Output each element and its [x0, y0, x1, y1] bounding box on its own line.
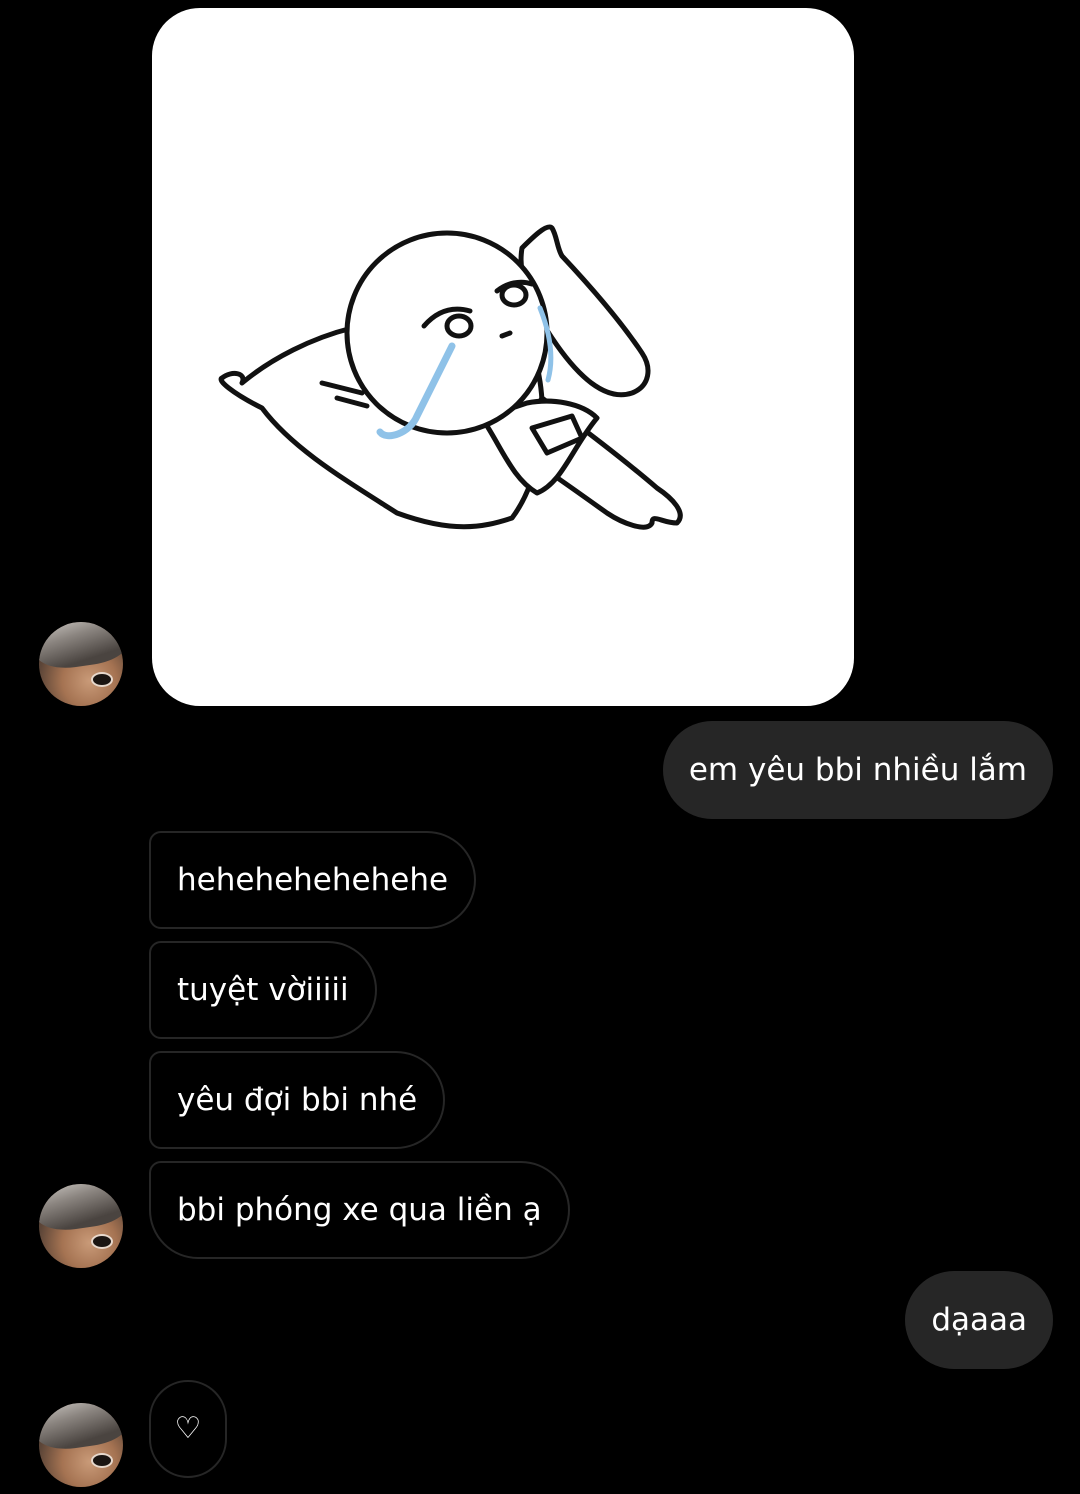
- incoming-message[interactable]: yêu đợi bbi nhé: [149, 1051, 446, 1149]
- avatar-eye: [91, 1453, 113, 1468]
- incoming-message[interactable]: bbi phóng xe qua liền ạ: [149, 1161, 570, 1259]
- incoming-message[interactable]: hehehehehehehe: [149, 831, 477, 929]
- message-text: dạaaa: [931, 1301, 1027, 1338]
- message-text: bbi phóng xe qua liền ạ: [177, 1191, 542, 1228]
- heart-icon: ♡: [174, 1411, 202, 1446]
- heart-message[interactable]: ♡: [149, 1380, 227, 1478]
- avatar-eye: [91, 672, 113, 687]
- message-text: hehehehehehehe: [177, 861, 449, 898]
- incoming-message[interactable]: tuyệt vờiiiii: [149, 941, 377, 1039]
- contact-avatar[interactable]: [39, 622, 123, 706]
- sticker-image-message[interactable]: [152, 8, 854, 706]
- contact-avatar[interactable]: [39, 1403, 123, 1487]
- outgoing-message[interactable]: dạaaa: [905, 1271, 1053, 1369]
- chat-thread[interactable]: em yêu bbi nhiều lắm hehehehehehehe tuyệ…: [0, 0, 1080, 1494]
- avatar-hair: [39, 1184, 123, 1235]
- crying-character-sticker: [218, 224, 683, 530]
- message-text: tuyệt vờiiiii: [177, 971, 349, 1008]
- outgoing-message[interactable]: em yêu bbi nhiều lắm: [662, 721, 1053, 819]
- avatar-eye: [91, 1234, 113, 1249]
- contact-avatar[interactable]: [39, 1184, 123, 1268]
- message-text: em yêu bbi nhiều lắm: [688, 751, 1027, 788]
- avatar-hair: [39, 1403, 123, 1454]
- avatar-hair: [39, 622, 123, 673]
- message-text: yêu đợi bbi nhé: [177, 1081, 418, 1118]
